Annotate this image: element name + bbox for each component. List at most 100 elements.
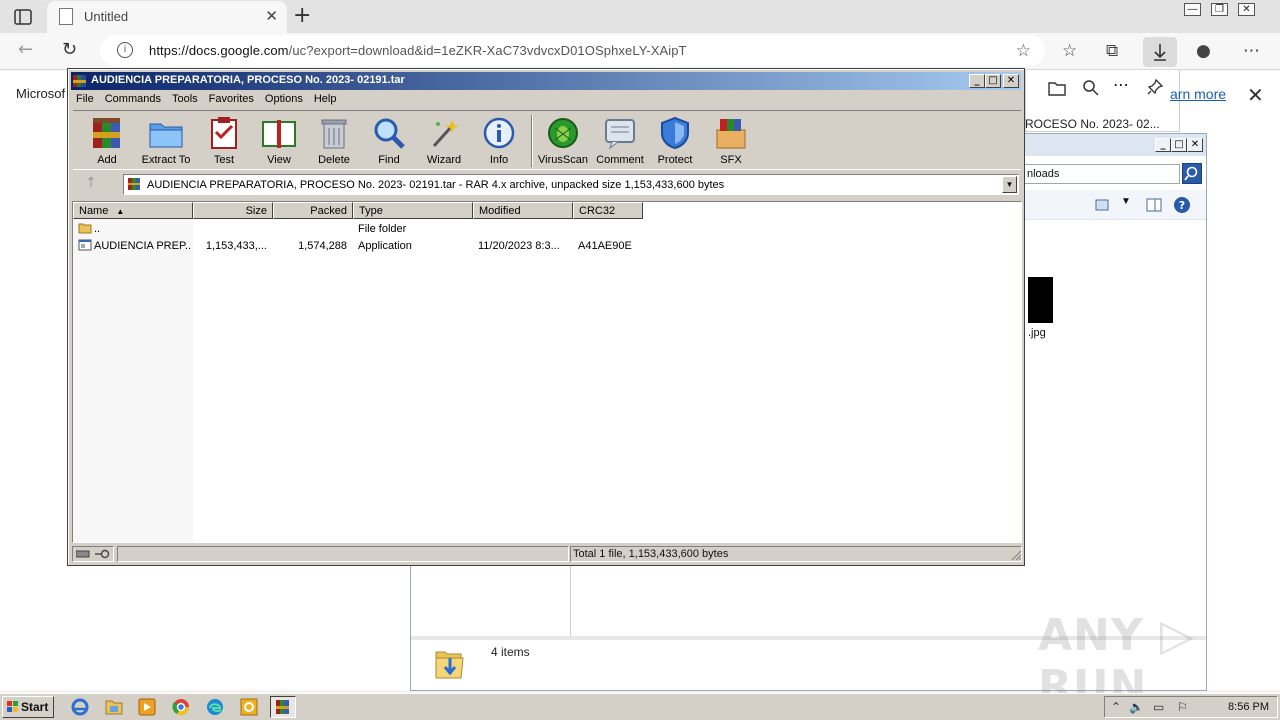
pin-icon[interactable] [1146, 78, 1164, 96]
name-column-background [73, 219, 193, 542]
column-size[interactable]: Size [193, 202, 273, 219]
winrar-minimize-button[interactable]: _ [969, 74, 985, 88]
back-icon[interactable]: ← [18, 39, 33, 60]
archive-path-box[interactable]: AUDIENCIA PREPARATORIA, PROCESO No. 2023… [123, 174, 1019, 195]
table-row[interactable]: .. File folder [73, 220, 1021, 237]
find-button[interactable]: Find [361, 116, 417, 166]
views-dropdown-icon[interactable]: ▼ [1121, 196, 1131, 207]
start-button[interactable]: Start [2, 696, 54, 718]
browser-tab[interactable]: Untitled ✕ [47, 1, 287, 33]
favorites-icon[interactable]: ☆ [1062, 41, 1077, 61]
winrar-close-button[interactable]: ✕ [1003, 74, 1019, 88]
more-menu-icon[interactable]: ⋯ [1243, 41, 1260, 61]
close-button[interactable]: ✕ [1238, 3, 1255, 16]
winrar-maximize-button[interactable]: □ [985, 74, 1001, 88]
views-icon[interactable] [1095, 199, 1109, 211]
thumbnail-label[interactable]: .jpg [1028, 327, 1046, 339]
learn-more-link[interactable]: arn more [1170, 86, 1226, 102]
explorer-maximize-button[interactable]: □ [1171, 138, 1187, 152]
open-folder-icon[interactable] [1048, 80, 1066, 96]
internet-explorer-icon[interactable] [68, 696, 94, 718]
refresh-icon[interactable]: ↻ [62, 39, 77, 60]
volume-icon[interactable]: 🔈 [1129, 700, 1144, 714]
parent-folder-icon [78, 223, 92, 234]
winrar-app-icon [73, 75, 86, 87]
path-dropdown-button[interactable]: ▼ [1002, 176, 1017, 193]
chrome-icon[interactable] [168, 696, 194, 718]
infobar-close-button[interactable]: ✕ [1247, 83, 1264, 108]
column-name[interactable]: Name ▲ [73, 202, 193, 219]
outlook-icon[interactable] [236, 696, 262, 718]
preview-pane-icon[interactable] [1146, 198, 1162, 212]
status-icons [72, 546, 114, 562]
delete-label: Delete [318, 154, 350, 166]
menu-file[interactable]: File [71, 90, 100, 105]
profile-icon[interactable]: ● [1196, 41, 1211, 61]
extract-to-button[interactable]: Extract To [138, 116, 194, 166]
explorer-search-icon[interactable] [1182, 163, 1202, 184]
add-button[interactable]: Add [79, 116, 135, 166]
column-modified[interactable]: Modified [473, 202, 573, 219]
image-thumbnail[interactable] [1028, 277, 1053, 323]
minimize-button[interactable]: — [1184, 3, 1201, 16]
media-player-icon[interactable] [134, 696, 160, 718]
test-button[interactable]: Test [196, 116, 252, 166]
add-favorite-icon[interactable]: ☆ [1016, 41, 1031, 61]
tab-actions-icon[interactable] [12, 7, 34, 27]
menu-options[interactable]: Options [260, 90, 309, 105]
delete-button[interactable]: Delete [306, 116, 362, 166]
menu-commands[interactable]: Commands [100, 90, 167, 105]
comment-label: Comment [596, 154, 644, 166]
explorer-minimize-button[interactable]: _ [1155, 138, 1171, 152]
network-icon[interactable]: ▭ [1153, 700, 1164, 714]
more-options-icon[interactable]: ⋯ [1113, 75, 1129, 95]
sfx-box-icon [716, 119, 746, 149]
winrar-taskbar-button[interactable] [270, 696, 296, 718]
explorer-close-button[interactable]: ✕ [1187, 138, 1203, 152]
magic-wand-icon [432, 120, 459, 148]
tab-close-button[interactable]: ✕ [265, 7, 278, 25]
winrar-window[interactable]: AUDIENCIA PREPARATORIA, PROCESO No. 2023… [67, 68, 1025, 566]
resize-grip-icon[interactable] [1010, 549, 1022, 561]
edge-icon[interactable] [202, 696, 228, 718]
wizard-button[interactable]: Wizard [416, 116, 472, 166]
address-bar[interactable]: i https://docs.google.com/uc?export=down… [100, 35, 1045, 66]
action-center-flag-icon[interactable]: ⚐ [1177, 700, 1188, 714]
row-name: AUDIENCIA PREP... [94, 240, 191, 252]
downloads-button[interactable] [1143, 37, 1177, 67]
protect-button[interactable]: Protect [647, 116, 703, 166]
view-button[interactable]: View [251, 116, 307, 166]
collections-icon[interactable]: ⧉ [1106, 41, 1118, 61]
file-explorer-icon[interactable] [101, 696, 127, 718]
virus-icon [548, 118, 578, 148]
table-row[interactable]: AUDIENCIA PREP... 1,153,433,... 1,574,28… [73, 237, 1021, 254]
comment-button[interactable]: Comment [592, 116, 648, 166]
menu-help[interactable]: Help [309, 90, 343, 105]
drive-icon[interactable] [76, 550, 90, 558]
help-icon[interactable]: ? [1173, 196, 1191, 214]
show-hidden-icons[interactable]: ⌃ [1111, 700, 1121, 714]
column-crc32[interactable]: CRC32 [573, 202, 643, 219]
windows-logo-icon [7, 701, 18, 712]
new-tab-button[interactable]: + [293, 3, 311, 28]
pane-divider [570, 564, 571, 636]
search-icon[interactable] [1082, 79, 1100, 97]
site-info-icon[interactable]: i [117, 42, 133, 58]
restore-button[interactable]: ❐ [1211, 3, 1228, 16]
menu-tools[interactable]: Tools [167, 90, 204, 105]
file-list[interactable]: Name ▲ Size Packed Type Modified CRC32 ..… [72, 201, 1022, 543]
tab-title: Untitled [84, 9, 129, 24]
download-item-name[interactable]: ROCESO No. 2023- 02... [1025, 117, 1160, 131]
archive-path-text: AUDIENCIA PREPARATORIA, PROCESO No. 2023… [147, 179, 725, 191]
explorer-search-box[interactable]: nloads [1023, 164, 1180, 184]
column-packed[interactable]: Packed [273, 202, 353, 219]
menu-favorites[interactable]: Favorites [204, 90, 260, 105]
up-folder-button[interactable]: ↑ [76, 175, 106, 195]
clock[interactable]: 8:56 PM [1228, 701, 1269, 713]
virusscan-button[interactable]: VirusScan [535, 116, 591, 166]
key-icon[interactable] [94, 549, 110, 559]
sfx-button[interactable]: SFX [703, 116, 759, 166]
column-type[interactable]: Type [353, 202, 473, 219]
info-button[interactable]: Info [471, 116, 527, 166]
row-type: File folder [358, 223, 407, 235]
